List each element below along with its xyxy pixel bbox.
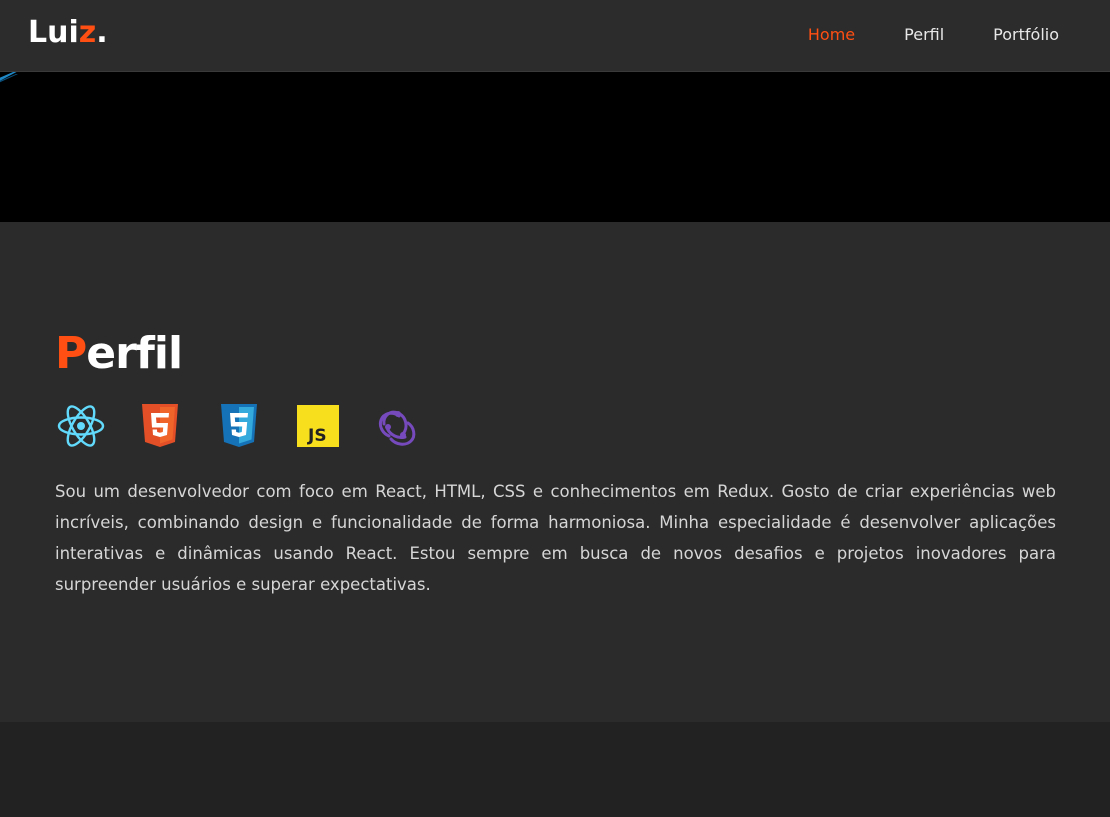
redux-icon <box>373 402 421 450</box>
logo-dot: . <box>96 15 108 50</box>
nav-link-portfolio[interactable]: Portfólio <box>993 25 1059 44</box>
site-header: Luiz. Home Perfil Portfólio <box>0 0 1110 72</box>
logo-accent-letter: z <box>78 15 97 50</box>
react-icon <box>57 402 105 450</box>
logo-text: Lui <box>28 15 79 50</box>
javascript-icon: JS <box>294 402 342 450</box>
main-nav: Home Perfil Portfólio <box>759 25 1059 44</box>
hero-light-streak <box>0 72 18 83</box>
profile-description: Sou um desenvolvedor com foco em React, … <box>55 482 1056 594</box>
hero-banner <box>0 72 1110 222</box>
css3-icon <box>215 402 263 450</box>
profile-title: Perfil <box>55 328 183 379</box>
site-logo[interactable]: Luiz. <box>28 15 108 50</box>
skills-icons: JS <box>57 402 452 450</box>
profile-title-rest: erfil <box>86 328 183 379</box>
nav-link-home[interactable]: Home <box>808 25 855 44</box>
profile-section: Perfil JS Sou um desenvolvedor com foco … <box>0 222 1110 722</box>
svg-text:JS: JS <box>307 426 327 446</box>
profile-title-accent: P <box>55 328 87 379</box>
html5-icon <box>136 402 184 450</box>
next-section <box>0 722 1110 817</box>
nav-link-perfil[interactable]: Perfil <box>904 25 944 44</box>
